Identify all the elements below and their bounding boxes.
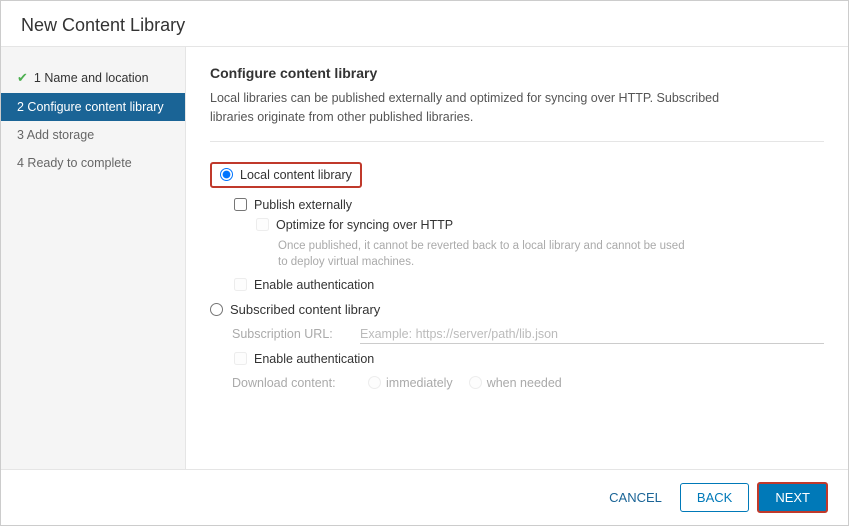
sidebar-item-step3[interactable]: 3 Add storage <box>1 121 185 149</box>
sidebar: ✔ 1 Name and location 2 Configure conten… <box>1 47 186 469</box>
subscription-url-row: Subscription URL: <box>232 325 824 344</box>
optimize-http-option: Optimize for syncing over HTTP <box>256 218 824 232</box>
subscription-url-label: Subscription URL: <box>232 327 352 341</box>
local-library-label[interactable]: Local content library <box>240 168 352 182</box>
optimize-http-checkbox[interactable] <box>256 218 269 231</box>
sidebar-step2-label: 2 Configure content library <box>17 100 164 114</box>
cancel-button[interactable]: CANCEL <box>599 484 672 511</box>
immediately-radio[interactable] <box>368 376 381 389</box>
immediately-option: immediately <box>368 376 453 390</box>
subscription-section: Subscribed content library Subscription … <box>210 302 824 390</box>
section-title: Configure content library <box>210 65 824 81</box>
when-needed-label: when needed <box>487 376 562 390</box>
section-desc-line2: libraries originate from other published… <box>210 110 473 124</box>
publish-externally-option: Publish externally <box>234 198 824 212</box>
sidebar-item-step1[interactable]: ✔ 1 Name and location <box>1 63 185 93</box>
new-content-library-dialog: New Content Library ✔ 1 Name and locatio… <box>0 0 849 526</box>
dialog-footer: CANCEL BACK NEXT <box>1 469 848 525</box>
section-description: Local libraries can be published externa… <box>210 89 824 142</box>
checkmark-icon: ✔ <box>17 70 28 86</box>
enable-auth-local-option: Enable authentication <box>234 278 824 292</box>
optimize-desc: Once published, it cannot be reverted ba… <box>278 238 824 270</box>
enable-auth-local-checkbox[interactable] <box>234 278 247 291</box>
sidebar-step1-label: 1 Name and location <box>34 71 149 85</box>
publish-externally-checkbox[interactable] <box>234 198 247 211</box>
sidebar-step3-label: 3 Add storage <box>17 128 94 142</box>
when-needed-radio[interactable] <box>469 376 482 389</box>
when-needed-option: when needed <box>469 376 562 390</box>
subscription-url-input[interactable] <box>360 325 824 344</box>
sidebar-item-step2[interactable]: 2 Configure content library <box>1 93 185 121</box>
dialog-body: ✔ 1 Name and location 2 Configure conten… <box>1 47 848 469</box>
options-area: Local content library Publish externally… <box>210 158 824 394</box>
optimize-http-label: Optimize for syncing over HTTP <box>276 218 453 232</box>
next-button[interactable]: NEXT <box>757 482 828 513</box>
subscribed-sub-options: Enable authentication <box>234 352 824 366</box>
section-desc-line1: Local libraries can be published externa… <box>210 91 719 105</box>
sidebar-item-step4[interactable]: 4 Ready to complete <box>1 149 185 177</box>
sidebar-step4-label: 4 Ready to complete <box>17 156 132 170</box>
optimize-sub: Optimize for syncing over HTTP Once publ… <box>256 218 824 270</box>
dialog-title: New Content Library <box>1 1 848 47</box>
back-button[interactable]: BACK <box>680 483 749 512</box>
download-content-label: Download content: <box>232 376 352 390</box>
local-sub-options: Publish externally Optimize for syncing … <box>234 198 824 292</box>
enable-auth-local-label: Enable authentication <box>254 278 374 292</box>
enable-auth-sub-label: Enable authentication <box>254 352 374 366</box>
download-content-row: Download content: immediately when neede… <box>232 376 824 390</box>
enable-auth-sub-checkbox[interactable] <box>234 352 247 365</box>
publish-externally-label[interactable]: Publish externally <box>254 198 352 212</box>
subscribed-library-label[interactable]: Subscribed content library <box>230 302 380 317</box>
download-options: immediately when needed <box>368 376 562 390</box>
subscribed-library-row: Subscribed content library <box>210 302 824 317</box>
immediately-label: immediately <box>386 376 453 390</box>
local-library-option-highlighted: Local content library <box>210 162 362 188</box>
main-content: Configure content library Local librarie… <box>186 47 848 469</box>
local-library-radio[interactable] <box>220 168 233 181</box>
enable-auth-sub-option: Enable authentication <box>234 352 824 366</box>
subscribed-library-radio[interactable] <box>210 303 223 316</box>
